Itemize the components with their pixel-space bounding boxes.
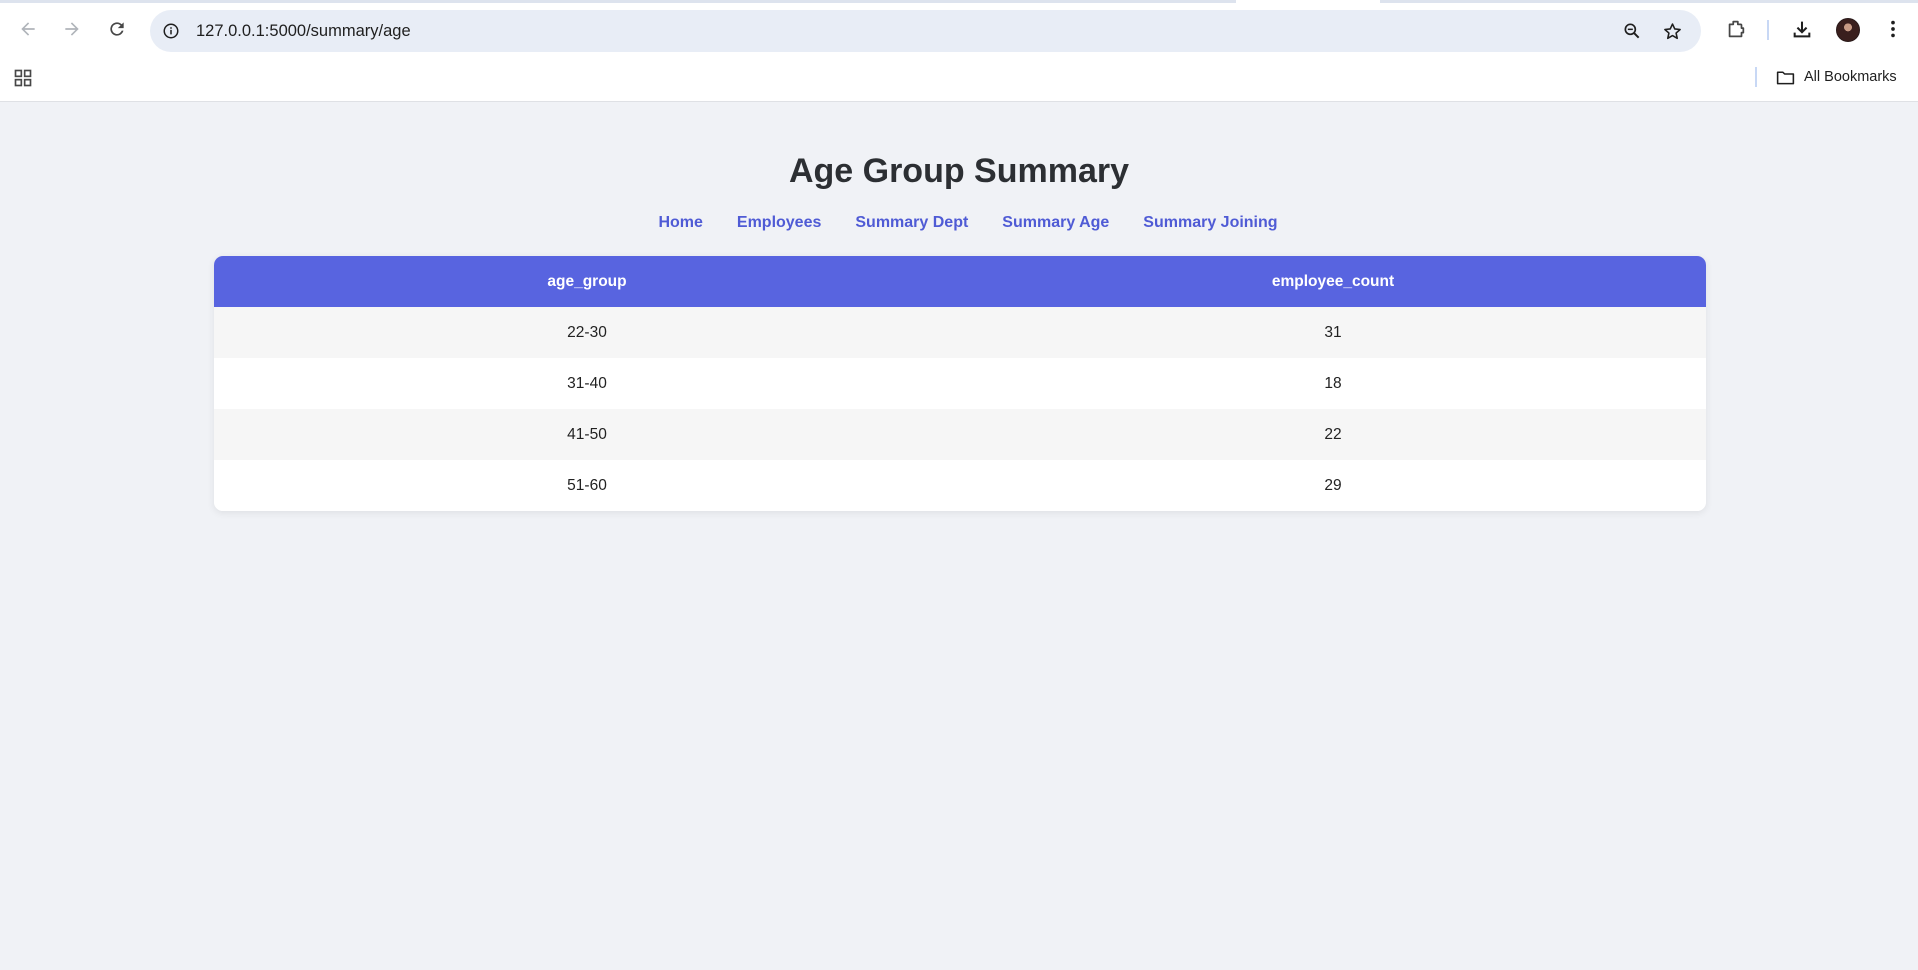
nav-link-summary-age[interactable]: Summary Age — [1002, 214, 1109, 232]
url-text[interactable]: 127.0.0.1:5000/summary/age — [196, 10, 411, 52]
nav-link-summary-dept[interactable]: Summary Dept — [855, 214, 968, 232]
main-nav: Home Employees Summary Dept Summary Age … — [0, 214, 1918, 232]
cell-age-group: 51-60 — [214, 460, 960, 511]
all-bookmarks-label[interactable]: All Bookmarks — [1804, 69, 1897, 85]
summary-table-card: age_group employee_count 22-30 31 31-40 … — [214, 256, 1706, 511]
bookmarks-separator — [1755, 67, 1757, 87]
menu-dots-icon[interactable] — [1879, 15, 1907, 43]
avatar[interactable] — [1836, 18, 1860, 42]
toolbar-separator — [1767, 20, 1769, 40]
table-header-row: age_group employee_count — [214, 256, 1706, 307]
cell-age-group: 41-50 — [214, 409, 960, 460]
table-row: 22-30 31 — [214, 307, 1706, 358]
zoom-icon[interactable] — [1621, 20, 1643, 42]
summary-table: age_group employee_count 22-30 31 31-40 … — [214, 256, 1706, 511]
nav-link-employees[interactable]: Employees — [737, 214, 821, 232]
cell-age-group: 22-30 — [214, 307, 960, 358]
tab-strip-edge — [0, 0, 1918, 3]
table-row: 51-60 29 — [214, 460, 1706, 511]
reload-icon — [110, 22, 124, 36]
page-title: Age Group Summary — [788, 152, 1130, 190]
forward-arrow-icon — [65, 22, 79, 36]
column-header-employee-count: employee_count — [960, 256, 1706, 307]
cell-employee-count: 31 — [960, 307, 1706, 358]
forward-button[interactable] — [56, 13, 88, 45]
reload-button[interactable] — [101, 13, 133, 45]
back-button[interactable] — [12, 13, 44, 45]
site-info-icon[interactable] — [160, 20, 182, 42]
address-bar[interactable]: 127.0.0.1:5000/summary/age — [150, 10, 1701, 52]
nav-link-home[interactable]: Home — [658, 214, 702, 232]
cell-employee-count: 29 — [960, 460, 1706, 511]
bookmark-star-icon[interactable] — [1661, 20, 1683, 42]
cell-age-group: 31-40 — [214, 358, 960, 409]
all-bookmarks-button[interactable]: All Bookmarks — [1775, 64, 1897, 90]
cell-employee-count: 22 — [960, 409, 1706, 460]
folder-icon — [1776, 70, 1795, 84]
table-row: 31-40 18 — [214, 358, 1706, 409]
apps-grid-icon[interactable] — [12, 67, 34, 89]
nav-link-summary-joining[interactable]: Summary Joining — [1143, 214, 1277, 232]
download-icon[interactable] — [1788, 15, 1816, 43]
back-arrow-icon — [21, 22, 35, 36]
column-header-age-group: age_group — [214, 256, 960, 307]
table-row: 41-50 22 — [214, 409, 1706, 460]
extensions-icon[interactable] — [1722, 15, 1750, 43]
browser-chrome: 127.0.0.1:5000/summary/age All Bookmarks — [0, 0, 1918, 102]
cell-employee-count: 18 — [960, 358, 1706, 409]
